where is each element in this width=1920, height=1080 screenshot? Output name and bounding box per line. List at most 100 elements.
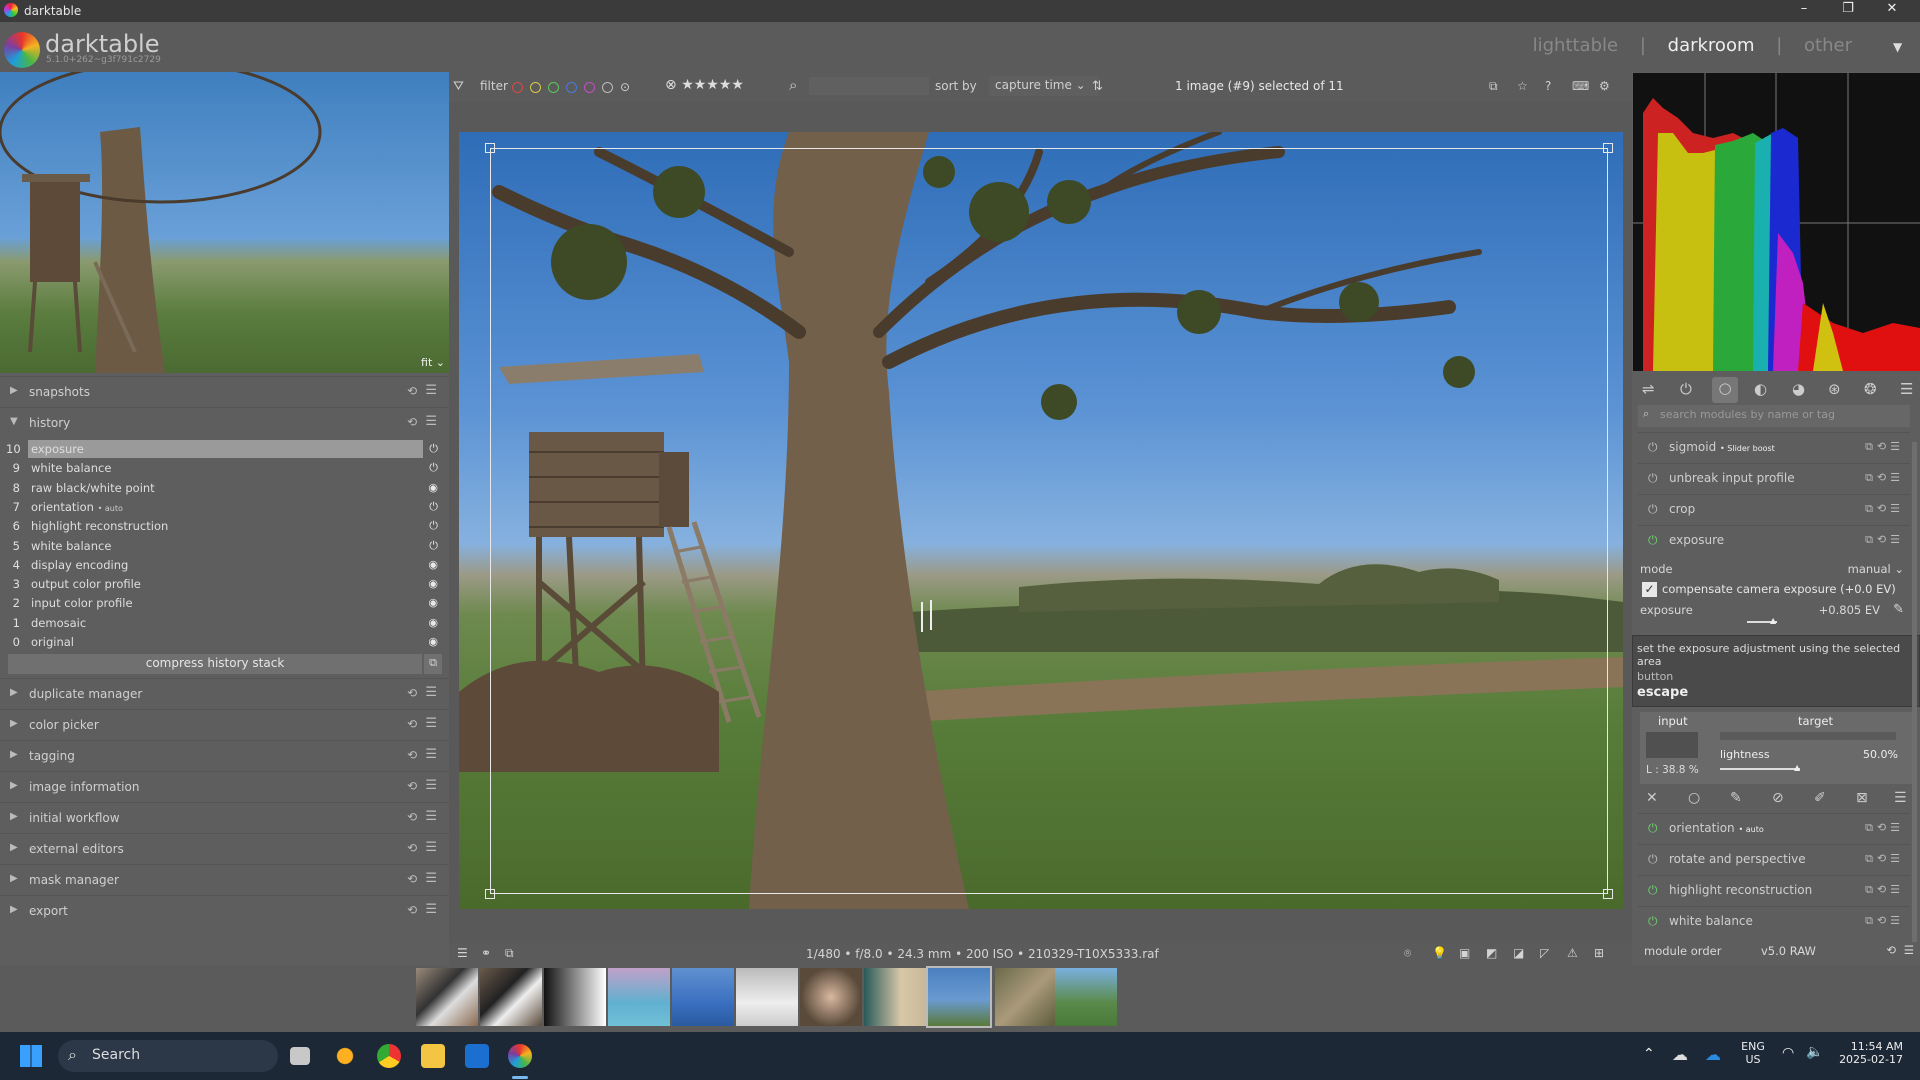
taskbar-search-box[interactable]: ⌕ Search	[58, 1040, 278, 1072]
color-label-filters[interactable]: ⊙	[512, 80, 630, 94]
film-thumbnail[interactable]	[608, 968, 670, 1026]
mode-dropdown[interactable]: manual ⌄	[1848, 562, 1904, 576]
presets-menu-icon[interactable]: ☰	[425, 383, 437, 398]
module-header-icons[interactable]: ⧉⟲☰	[1865, 502, 1904, 516]
module-history[interactable]: ▼ history ⟲ ☰	[0, 407, 449, 438]
outlook-icon[interactable]	[465, 1044, 489, 1068]
softproof-icon[interactable]: ◪	[1513, 946, 1524, 960]
color-label-dot-icon[interactable]	[602, 82, 613, 93]
minimize-button[interactable]: –	[1790, 1, 1818, 21]
styles-icon[interactable]: ⚭	[481, 946, 491, 960]
compensate-camera-exposure-row[interactable]: ✓ compensate camera exposure (+0.0 EV)	[1640, 581, 1910, 599]
film-thumbnail-selected[interactable]	[926, 966, 992, 1028]
rating-filter[interactable]: ⊗ ★★★★★	[665, 77, 744, 93]
shortcuts-icon[interactable]: ⌨	[1572, 79, 1589, 93]
gamut-check-icon[interactable]: ⚠	[1567, 946, 1578, 960]
color-label-dot-icon[interactable]	[566, 82, 577, 93]
presets-menu-icon[interactable]: ☰	[425, 840, 437, 855]
module-orientation[interactable]: ⏻ orientation • auto ⧉⟲☰	[1638, 813, 1910, 843]
module-rotate-and-perspective[interactable]: ⏻ rotate and perspective ⧉⟲☰	[1638, 844, 1910, 874]
module-power-icon[interactable]: ⏻	[1648, 883, 1658, 898]
history-item[interactable]: 2 input color profile ◉	[0, 594, 449, 613]
main-image[interactable]	[459, 132, 1623, 909]
module-header-icons[interactable]: ⧉⟲☰	[1865, 883, 1904, 897]
reset-icon[interactable]: ⟲	[407, 841, 417, 855]
quick-access-icon[interactable]: ⇌	[1642, 380, 1655, 398]
reset-icon[interactable]: ⟲	[407, 415, 417, 429]
film-thumbnail[interactable]	[800, 968, 862, 1026]
reset-icon[interactable]: ⟲	[407, 903, 417, 917]
focus-peaking-icon[interactable]: ⌾	[1404, 946, 1411, 961]
chrome-icon[interactable]	[377, 1044, 401, 1068]
second-window-icon[interactable]: ⧉	[505, 946, 514, 961]
module-power-icon[interactable]: ⏻	[1648, 914, 1658, 929]
raster-mask-icon[interactable]: ⊠	[1856, 790, 1868, 806]
reset-icon[interactable]: ⟲	[1886, 943, 1896, 957]
history-item[interactable]: 1 demosaic ◉	[0, 614, 449, 633]
module-mask-manager[interactable]: ▶ mask manager ⟲ ☰	[0, 864, 449, 895]
effects-group-icon[interactable]: ❂	[1864, 380, 1877, 398]
panel-collapse-icon[interactable]: ▼	[1893, 40, 1902, 54]
module-header-icons[interactable]: ⧉⟲☰	[1865, 821, 1904, 835]
quick-presets-icon[interactable]: ☰	[457, 946, 468, 960]
correct-group-icon[interactable]: ⊛	[1828, 380, 1841, 398]
right-scrollbar[interactable]	[1912, 442, 1917, 942]
module-initial-workflow[interactable]: ▶ initial workflow ⟲ ☰	[0, 802, 449, 833]
search-icon[interactable]: ⌕	[789, 76, 797, 94]
film-thumbnail[interactable]	[995, 968, 1057, 1026]
color-label-operator-icon[interactable]: ⊙	[620, 80, 630, 94]
windows-start-icon[interactable]	[20, 1045, 42, 1067]
exposure-mode-row[interactable]: mode manual ⌄	[1640, 561, 1910, 579]
module-header-icons[interactable]: ⧉⟲☰	[1865, 440, 1904, 454]
filter-icon[interactable]: ⛛	[453, 79, 464, 94]
presets-menu-icon[interactable]: ☰	[425, 716, 437, 731]
reset-icon[interactable]: ⟲	[407, 779, 417, 793]
onedrive-blue-icon[interactable]: ☁	[1705, 1045, 1721, 1064]
history-item[interactable]: 10 exposure ⏻	[0, 440, 449, 459]
crop-handle-bottom-left[interactable]	[485, 889, 495, 899]
reset-icon[interactable]: ⟲	[407, 384, 417, 398]
restore-button[interactable]: ❐	[1834, 1, 1862, 21]
drawn-mask-icon[interactable]: ✎	[1730, 790, 1742, 806]
crop-handle-top-right[interactable]	[1603, 143, 1613, 153]
tone-group-icon[interactable]: ◐	[1754, 380, 1767, 398]
reset-icon[interactable]: ⟲	[407, 717, 417, 731]
history-item[interactable]: 0 original ◉	[0, 633, 449, 652]
module-power-icon[interactable]: ⏻	[1648, 440, 1658, 455]
history-item[interactable]: 8 raw black/white point ◉	[0, 479, 449, 498]
wifi-icon[interactable]: ◠	[1782, 1045, 1794, 1061]
color-label-dot-icon[interactable]	[548, 82, 559, 93]
presets-menu-icon[interactable]: ☰	[425, 685, 437, 700]
reset-icon[interactable]: ⟲	[407, 748, 417, 762]
lightness-slider-handle[interactable]: ▲	[1794, 763, 1800, 772]
view-other[interactable]: other	[1804, 35, 1852, 56]
base-group-icon[interactable]: ○	[1712, 377, 1738, 403]
copy-history-icon[interactable]: ⧉	[424, 654, 442, 674]
crop-handle-bottom-right[interactable]	[1603, 889, 1613, 899]
history-item[interactable]: 4 display encoding ◉	[0, 556, 449, 575]
clock[interactable]: 11:54 AM 2025-02-17	[1835, 1040, 1903, 1066]
reset-icon[interactable]: ⟲	[407, 686, 417, 700]
display-profile-icon[interactable]: 💡	[1432, 946, 1447, 960]
film-thumbnail[interactable]	[544, 968, 606, 1026]
reset-icon[interactable]: ⟲	[407, 810, 417, 824]
show-hidden-icons-icon[interactable]: ⌃	[1643, 1046, 1655, 1062]
guides-icon[interactable]: ⊞	[1594, 946, 1604, 960]
sort-order-icon[interactable]: ⇅	[1092, 79, 1103, 94]
parametric-mask-icon[interactable]: ⊘	[1772, 790, 1784, 806]
history-item[interactable]: 7 orientation • auto ⏻	[0, 498, 449, 517]
module-highlight-reconstruction[interactable]: ⏻ highlight reconstruction ⧉⟲☰	[1638, 875, 1910, 905]
presets-menu-icon[interactable]: ☰	[1904, 943, 1914, 957]
film-thumbnail[interactable]	[672, 968, 734, 1026]
module-order-row[interactable]: module order v5.0 RAW ⟲ ☰	[1644, 942, 1914, 962]
module-search-input[interactable]: ⌕ search modules by name or tag	[1638, 405, 1910, 427]
star-icon[interactable]: ☆	[1517, 79, 1528, 93]
color-label-dot-icon[interactable]	[512, 82, 523, 93]
module-tagging[interactable]: ▶ tagging ⟲ ☰	[0, 740, 449, 771]
blend-menu-icon[interactable]: ☰	[1894, 790, 1907, 806]
history-item[interactable]: 3 output color profile ◉	[0, 575, 449, 594]
crop-handle-top-left[interactable]	[485, 143, 495, 153]
module-color-picker[interactable]: ▶ color picker ⟲ ☰	[0, 709, 449, 740]
slider-handle[interactable]: ▲	[1770, 616, 1776, 625]
color-assessment-icon[interactable]: ◸	[1540, 946, 1549, 960]
